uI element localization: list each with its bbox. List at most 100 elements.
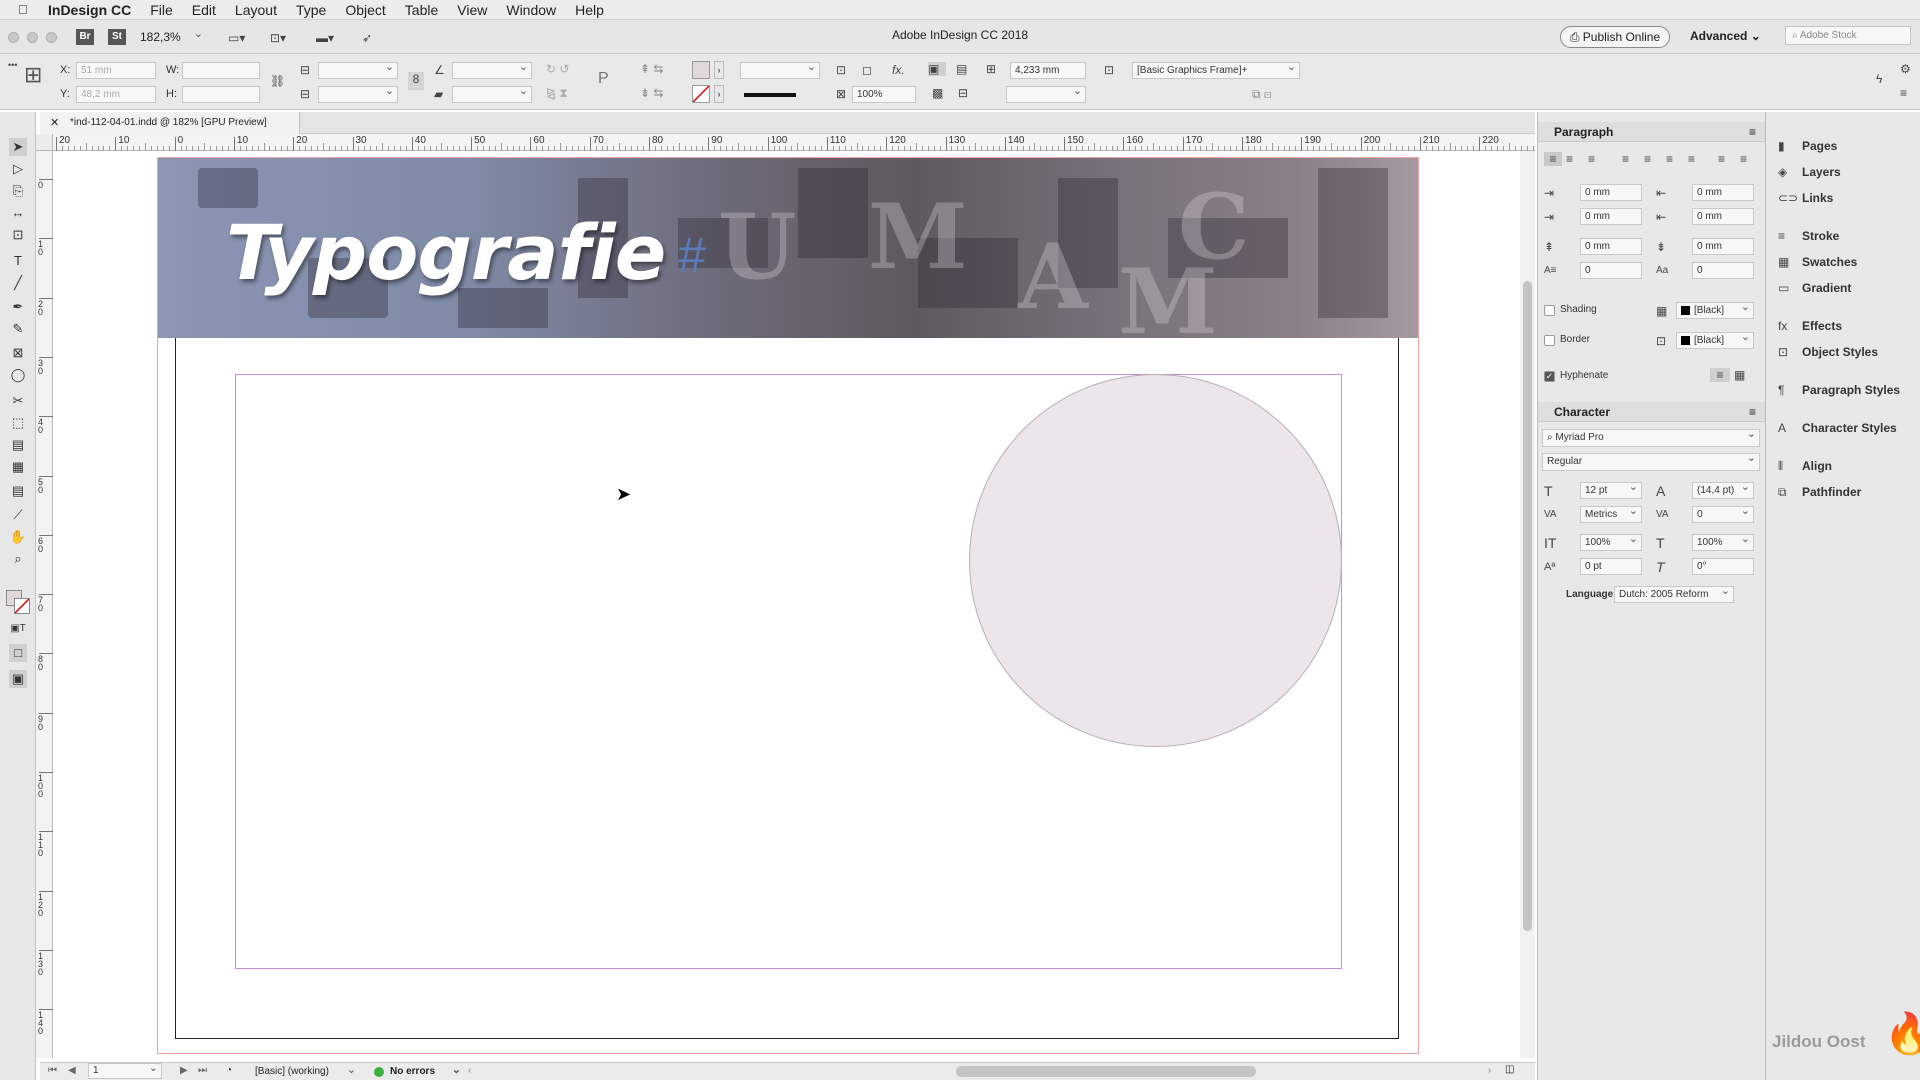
border-checkbox[interactable] <box>1544 335 1555 346</box>
object-style-select[interactable]: [Basic Graphics Frame]+ <box>1132 60 1300 79</box>
dock-item-pathfinder[interactable]: ⧉ Pathfinder <box>1778 482 1861 502</box>
scroll-left-icon[interactable]: ‹ <box>468 1065 471 1076</box>
font-style-select[interactable]: Regular <box>1542 451 1760 471</box>
menu-app[interactable]: InDesign CC <box>48 2 131 18</box>
wrap-icon[interactable]: ▩ <box>932 86 943 100</box>
content-collector-icon[interactable]: ⊡ <box>9 226 27 244</box>
shading-checkbox[interactable] <box>1544 305 1555 316</box>
dock-item-links[interactable]: ⊂⊃ Links <box>1778 188 1833 208</box>
justify-right-icon[interactable]: ≡ <box>1666 152 1673 166</box>
pencil-tool-icon[interactable]: ✎ <box>9 320 27 338</box>
hyphenate-checkbox[interactable]: ✓ <box>1544 371 1555 382</box>
justify-left-icon[interactable]: ≡ <box>1622 152 1629 166</box>
vertical-ruler[interactable]: 0 1 0 2 0 3 0 4 0 5 0 6 0 7 0 8 0 9 0 1 0 0 1 1 0 1 … <box>36 151 53 1058</box>
menu-object[interactable]: Object <box>345 2 385 18</box>
vertical-scrollbar[interactable] <box>1520 151 1535 1058</box>
select-content-icon[interactable]: ⇟ ⇆ <box>640 86 663 100</box>
menu-view[interactable]: View <box>457 2 487 18</box>
align-left-icon[interactable]: ≡ <box>1544 152 1562 166</box>
justify-all-icon[interactable]: ≡ <box>1688 152 1695 166</box>
settings-gear-icon[interactable]: ⚙ <box>1900 62 1911 76</box>
character-panel-menu-icon[interactable]: ≡ <box>1749 402 1756 422</box>
tracking-field[interactable]: 0 <box>1692 504 1754 523</box>
rectangle-frame-tool-icon[interactable]: ⊠ <box>9 344 27 362</box>
apply-color-icon[interactable]: □ <box>9 644 27 662</box>
fill-swatch-menu[interactable]: › <box>714 61 724 79</box>
note-tool-icon[interactable]: ▤ <box>9 482 27 500</box>
type-tool-icon[interactable]: T <box>9 252 27 270</box>
flip-icon[interactable]: ⧎ ⧗ <box>546 86 568 100</box>
stroke-color-box[interactable] <box>14 598 30 614</box>
zoom-level-select[interactable]: 182,3% <box>140 27 206 46</box>
fitting-icon[interactable]: ⊡ <box>836 63 846 77</box>
bridge-button[interactable]: Br <box>76 29 94 45</box>
border-color-select[interactable]: [Black] <box>1676 330 1754 349</box>
menu-help[interactable]: Help <box>575 2 604 18</box>
dock-item-effects[interactable]: fx Effects <box>1778 316 1842 336</box>
zoom-tool-icon[interactable]: ⌕ <box>9 550 27 568</box>
stroke-weight-select[interactable] <box>740 60 820 79</box>
dock-item-layers[interactable]: ◈ Layers <box>1778 162 1841 182</box>
auto-fit-icon[interactable]: ⧉ ⊡ <box>1252 87 1272 101</box>
grid-align-off-icon[interactable]: ≡ <box>1710 368 1730 382</box>
menu-layout[interactable]: Layout <box>235 2 277 18</box>
first-line-indent-field[interactable]: 0 mm <box>1580 208 1642 225</box>
dock-item-swatches[interactable]: ▦ Swatches <box>1778 252 1857 272</box>
gap-tool-icon[interactable]: ↔ <box>9 204 27 222</box>
fx-icon[interactable]: fx. <box>892 63 905 77</box>
screen-mode-icon[interactable]: ⊡▾ <box>270 31 286 45</box>
free-transform-tool-icon[interactable]: ⬚ <box>9 414 27 432</box>
pen-tool-icon[interactable]: ✒ <box>9 298 27 316</box>
preflight-profile-select[interactable]: [Basic] (working) <box>255 1063 359 1077</box>
rotation-field[interactable] <box>452 60 532 79</box>
x-field[interactable]: 51 mm <box>76 62 156 79</box>
baseline-shift-field[interactable]: 0 pt <box>1580 558 1642 575</box>
corner-options-select[interactable] <box>1006 84 1086 103</box>
split-window-icon[interactable]: ◫ <box>1505 1064 1514 1075</box>
last-page-icon[interactable]: ⏭ <box>198 1065 207 1076</box>
last-line-indent-field[interactable]: 0 mm <box>1692 208 1754 225</box>
workspace-switcher[interactable]: Advanced ⌄ <box>1690 29 1761 43</box>
stroke-align-outside-icon[interactable]: ⊞ <box>986 62 996 76</box>
zoom-window-button[interactable] <box>46 32 57 43</box>
font-size-field[interactable]: 12 pt <box>1580 480 1642 499</box>
shear-field[interactable] <box>452 84 532 103</box>
stroke-align-inside-icon[interactable]: ▤ <box>956 62 967 76</box>
y-field[interactable]: 48,2 mm <box>76 86 156 103</box>
menu-type[interactable]: Type <box>296 2 326 18</box>
arrange-documents-icon[interactable]: ▬▾ <box>316 31 334 45</box>
gradient-swatch-tool-icon[interactable]: ▤ <box>9 436 27 454</box>
eyedropper-tool-icon[interactable]: ⟋ <box>9 506 27 524</box>
vertical-scroll-thumb[interactable] <box>1523 281 1532 931</box>
space-after-field[interactable]: 0 mm <box>1692 238 1754 255</box>
next-page-icon[interactable]: ▶ <box>180 1065 188 1076</box>
dock-item-object-styles[interactable]: ⊡ Object Styles <box>1778 342 1878 362</box>
adobe-stock-search[interactable]: ⌕ Adobe Stock <box>1785 26 1911 45</box>
selection-tool-icon[interactable]: ➤ <box>9 138 27 156</box>
first-page-icon[interactable]: ⏮ <box>48 1065 57 1076</box>
link-scale-icon[interactable]: 8 <box>408 72 424 90</box>
view-mode-icon[interactable]: ▣ <box>9 670 27 688</box>
font-family-select[interactable]: ⌕ Myriad Pro <box>1542 427 1760 447</box>
horizontal-scroll-thumb[interactable] <box>956 1066 1256 1077</box>
menu-edit[interactable]: Edit <box>192 2 216 18</box>
scale-y-field[interactable] <box>318 84 398 103</box>
heading-typografie[interactable]: Typografie <box>226 208 666 297</box>
h-field[interactable] <box>182 86 260 103</box>
border-settings-icon[interactable]: ⊡ <box>1656 334 1666 348</box>
dock-item-gradient[interactable]: ▭ Gradient <box>1778 278 1851 298</box>
align-center-icon[interactable]: ≡ <box>1566 152 1573 166</box>
line-tool-icon[interactable]: ╱ <box>9 274 27 292</box>
gradient-feather-tool-icon[interactable]: ▦ <box>9 458 27 476</box>
right-indent-field[interactable]: 0 mm <box>1692 184 1754 201</box>
ellipse-tool-icon[interactable]: ◯ <box>9 366 27 384</box>
drop-cap-lines-field[interactable]: 0 <box>1580 262 1642 279</box>
errors-status[interactable]: No errors <box>390 1063 464 1077</box>
dock-item-pages[interactable]: ▮ Pages <box>1778 136 1837 156</box>
panel-menu-icon[interactable]: ≡ <box>1749 122 1756 142</box>
drop-cap-chars-field[interactable]: 0 <box>1692 262 1754 279</box>
rotate-cw-icon[interactable]: ↻ ↺ <box>546 62 569 76</box>
stroke-swatch-menu[interactable]: › <box>714 85 724 103</box>
direct-selection-tool-icon[interactable]: ▷ <box>9 160 27 178</box>
horizontal-scale-field[interactable]: 100% <box>1692 532 1754 551</box>
